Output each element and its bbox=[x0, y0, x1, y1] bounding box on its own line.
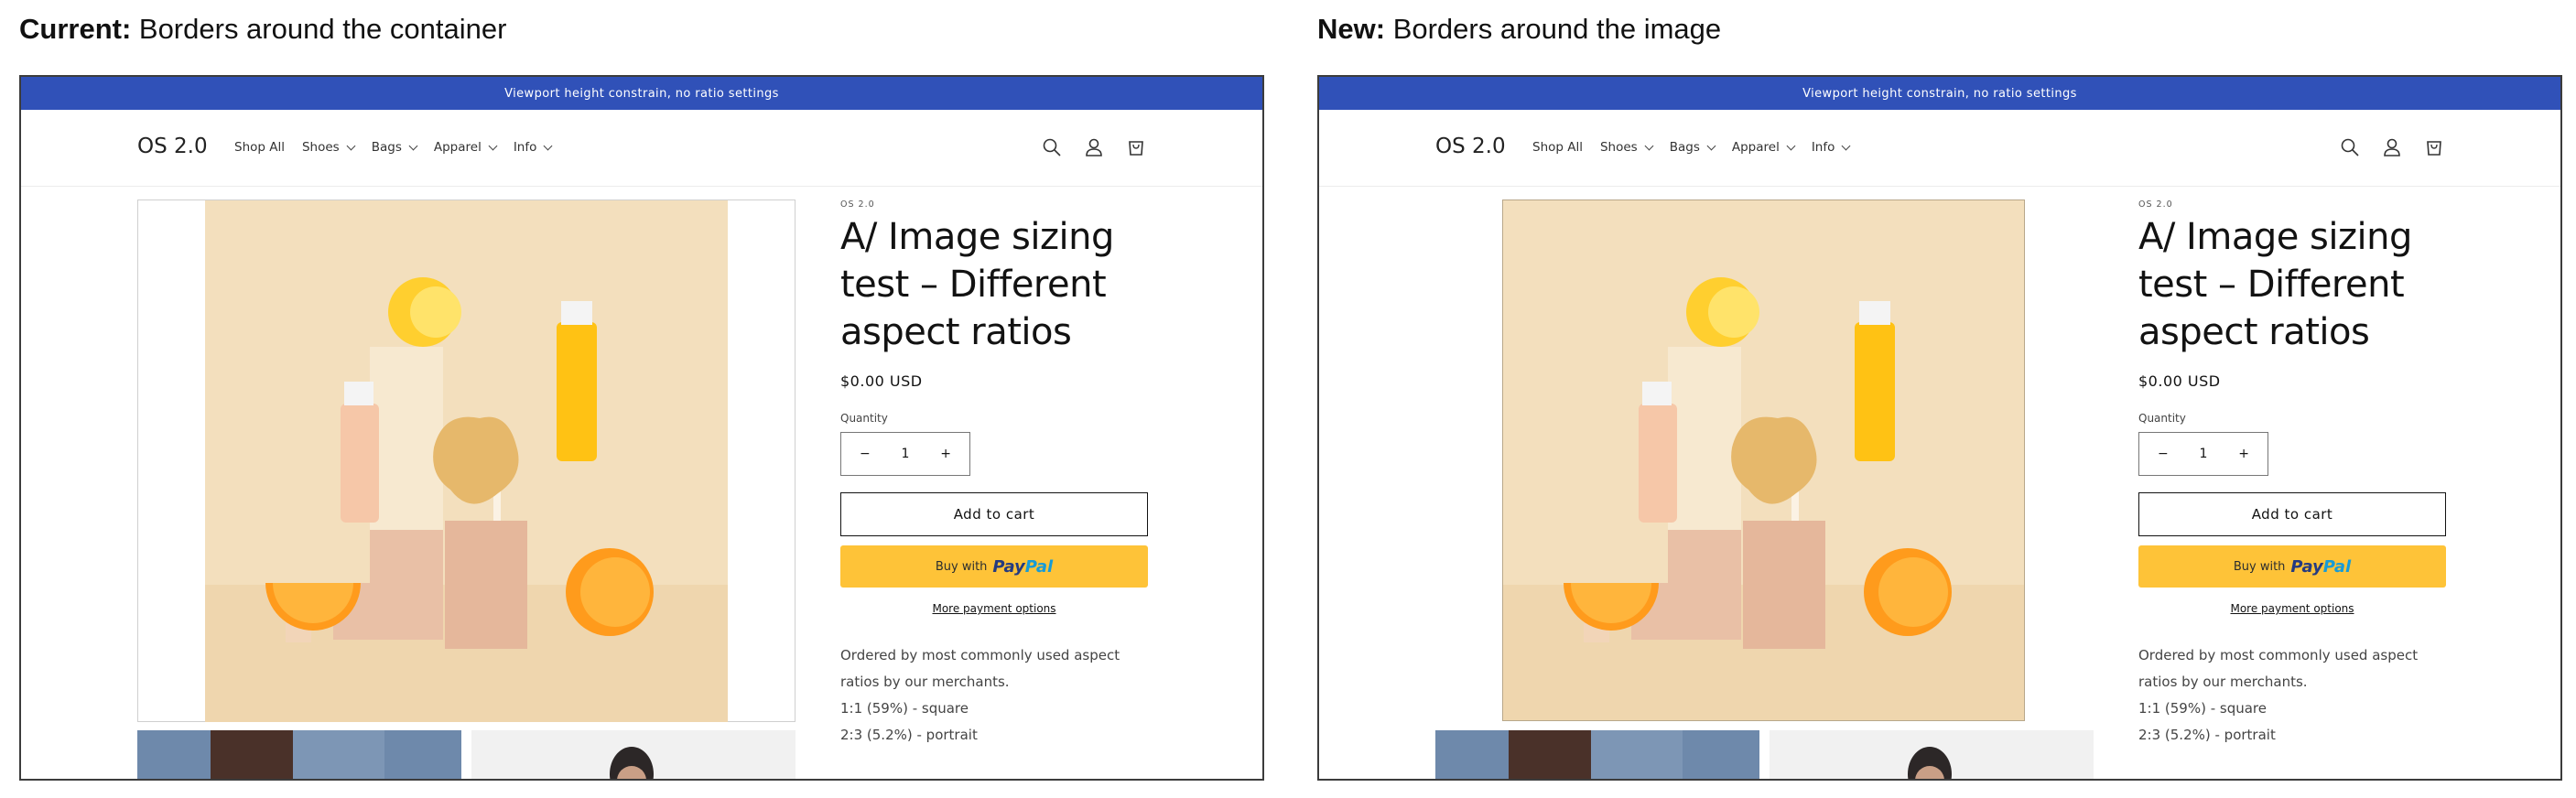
add-to-cart-button[interactable]: Add to cart bbox=[2138, 492, 2446, 536]
header-icons bbox=[1042, 137, 1146, 157]
nav-shoes[interactable]: Shoes bbox=[1600, 140, 1654, 155]
cart-icon[interactable] bbox=[1126, 137, 1146, 157]
ratio-item: 1:1 (59%) - square bbox=[2138, 700, 2268, 717]
account-icon[interactable] bbox=[1084, 137, 1104, 157]
chevron-down-icon bbox=[488, 141, 498, 150]
caption-new: New: Borders around the image bbox=[1317, 13, 1722, 45]
quantity-label: Quantity bbox=[840, 412, 888, 425]
product-info: OS 2.0 A/ Image sizing test – Different … bbox=[2138, 200, 2450, 749]
product-image[interactable] bbox=[205, 200, 728, 722]
search-icon[interactable] bbox=[2340, 137, 2360, 157]
product-price: $0.00 USD bbox=[2138, 372, 2221, 390]
paypal-buy-with-label: Buy with bbox=[935, 559, 988, 574]
cart-icon[interactable] bbox=[2424, 137, 2444, 157]
search-icon[interactable] bbox=[1042, 137, 1062, 157]
media-thumbnails bbox=[137, 730, 796, 779]
account-icon[interactable] bbox=[2382, 137, 2402, 157]
chevron-down-icon bbox=[543, 141, 553, 150]
chevron-down-icon bbox=[1786, 141, 1796, 150]
more-payment-options-link[interactable]: More payment options bbox=[2138, 602, 2446, 615]
more-payment-options-link[interactable]: More payment options bbox=[840, 602, 1148, 615]
store-logo[interactable]: OS 2.0 bbox=[137, 135, 208, 158]
nav-shop-all[interactable]: Shop All bbox=[234, 140, 285, 155]
nav-apparel[interactable]: Apparel bbox=[1732, 140, 1796, 155]
ratio-item: 2:3 (5.2%) - portrait bbox=[840, 727, 978, 743]
add-to-cart-button[interactable]: Add to cart bbox=[840, 492, 1148, 536]
quantity-input[interactable]: 1 bbox=[2200, 447, 2208, 461]
announcement-text: Viewport height constrain, no ratio sett… bbox=[1802, 86, 2077, 101]
nav-bags[interactable]: Bags bbox=[372, 140, 418, 155]
nav-info[interactable]: Info bbox=[1812, 140, 1851, 155]
paypal-button[interactable]: Buy with PayPal bbox=[840, 545, 1148, 588]
caption-current: Current: Borders around the container bbox=[19, 13, 507, 45]
product-photo-illustration bbox=[1503, 200, 2024, 720]
ratio-item: 2:3 (5.2%) - portrait bbox=[2138, 727, 2276, 743]
paypal-buy-with-label: Buy with bbox=[2233, 559, 2286, 574]
paypal-logo: PayPal bbox=[2290, 556, 2352, 577]
product-title: A/ Image sizing test – Different aspect … bbox=[840, 216, 1114, 353]
thumbnail-jeans[interactable] bbox=[137, 730, 461, 779]
quantity-label: Quantity bbox=[2138, 412, 2186, 425]
nav-shoes[interactable]: Shoes bbox=[302, 140, 356, 155]
store-logo[interactable]: OS 2.0 bbox=[1435, 135, 1506, 158]
chevron-down-icon bbox=[1644, 141, 1654, 150]
product-price: $0.00 USD bbox=[840, 372, 923, 390]
nav-apparel[interactable]: Apparel bbox=[434, 140, 498, 155]
chevron-down-icon bbox=[1706, 141, 1716, 150]
thumbnail-portrait[interactable] bbox=[471, 730, 796, 779]
paypal-button[interactable]: Buy with PayPal bbox=[2138, 545, 2446, 588]
quantity-plus-button[interactable]: + bbox=[2238, 447, 2249, 461]
paypal-logo: PayPal bbox=[992, 556, 1054, 577]
thumbnail-jeans[interactable] bbox=[1435, 730, 1759, 779]
thumbnail-portrait[interactable] bbox=[1770, 730, 2094, 779]
nav-shop-all[interactable]: Shop All bbox=[1532, 140, 1583, 155]
main-nav: Shop All Shoes Bags Apparel Info bbox=[234, 140, 568, 155]
quantity-stepper: − 1 + bbox=[2138, 432, 2268, 476]
product-description: Ordered by most commonly used aspect rat… bbox=[2138, 647, 2419, 690]
quantity-input[interactable]: 1 bbox=[902, 447, 910, 461]
quantity-plus-button[interactable]: + bbox=[940, 447, 951, 461]
media-thumbnails bbox=[1435, 730, 2094, 779]
quantity-minus-button[interactable]: − bbox=[860, 447, 871, 461]
chevron-down-icon bbox=[346, 141, 356, 150]
chevron-down-icon bbox=[1841, 141, 1851, 150]
product-vendor: OS 2.0 bbox=[840, 200, 875, 210]
product-vendor: OS 2.0 bbox=[2138, 200, 2173, 210]
storefront-current: Viewport height constrain, no ratio sett… bbox=[19, 75, 1264, 781]
product-image[interactable] bbox=[1502, 200, 2025, 721]
announcement-bar: Viewport height constrain, no ratio sett… bbox=[21, 77, 1262, 110]
storefront-new: Viewport height constrain, no ratio sett… bbox=[1317, 75, 2562, 781]
product-photo-illustration bbox=[205, 200, 728, 722]
announcement-text: Viewport height constrain, no ratio sett… bbox=[504, 86, 779, 101]
nav-info[interactable]: Info bbox=[514, 140, 553, 155]
product-title: A/ Image sizing test – Different aspect … bbox=[2138, 216, 2412, 353]
quantity-stepper: − 1 + bbox=[840, 432, 970, 476]
main-nav: Shop All Shoes Bags Apparel Info bbox=[1532, 140, 1867, 155]
ratio-item: 1:1 (59%) - square bbox=[840, 700, 969, 717]
nav-bags[interactable]: Bags bbox=[1670, 140, 1716, 155]
site-header: OS 2.0 Shop All Shoes Bags Apparel Info bbox=[1319, 110, 2560, 187]
product-media[interactable] bbox=[137, 200, 796, 722]
header-icons bbox=[2340, 137, 2444, 157]
chevron-down-icon bbox=[408, 141, 418, 150]
announcement-bar: Viewport height constrain, no ratio sett… bbox=[1319, 77, 2560, 110]
product-info: OS 2.0 A/ Image sizing test – Different … bbox=[840, 200, 1152, 749]
quantity-minus-button[interactable]: − bbox=[2158, 447, 2169, 461]
site-header: OS 2.0 Shop All Shoes Bags Apparel Info bbox=[21, 110, 1262, 187]
product-media[interactable] bbox=[1435, 200, 2094, 722]
product-description: Ordered by most commonly used aspect rat… bbox=[840, 647, 1120, 690]
